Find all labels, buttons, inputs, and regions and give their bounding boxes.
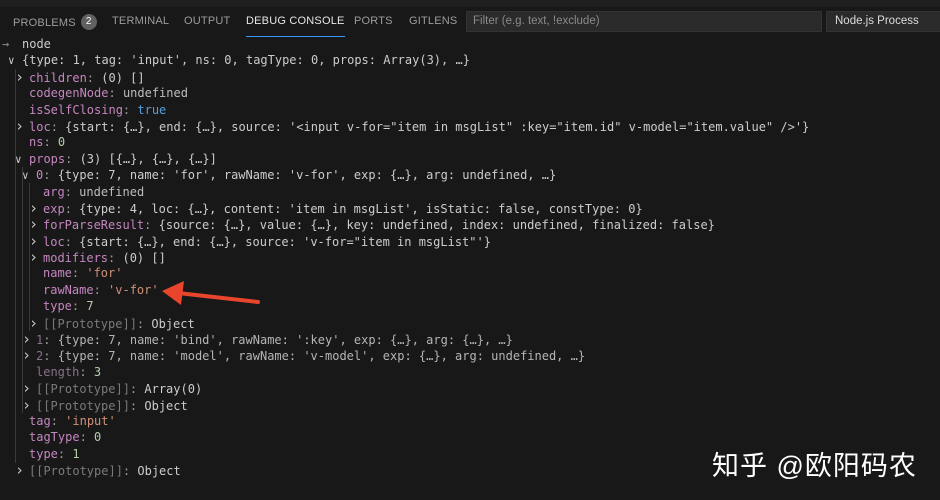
annotation-arrow [162, 281, 260, 305]
watermark: 知乎 @欧阳码农 [712, 451, 917, 481]
